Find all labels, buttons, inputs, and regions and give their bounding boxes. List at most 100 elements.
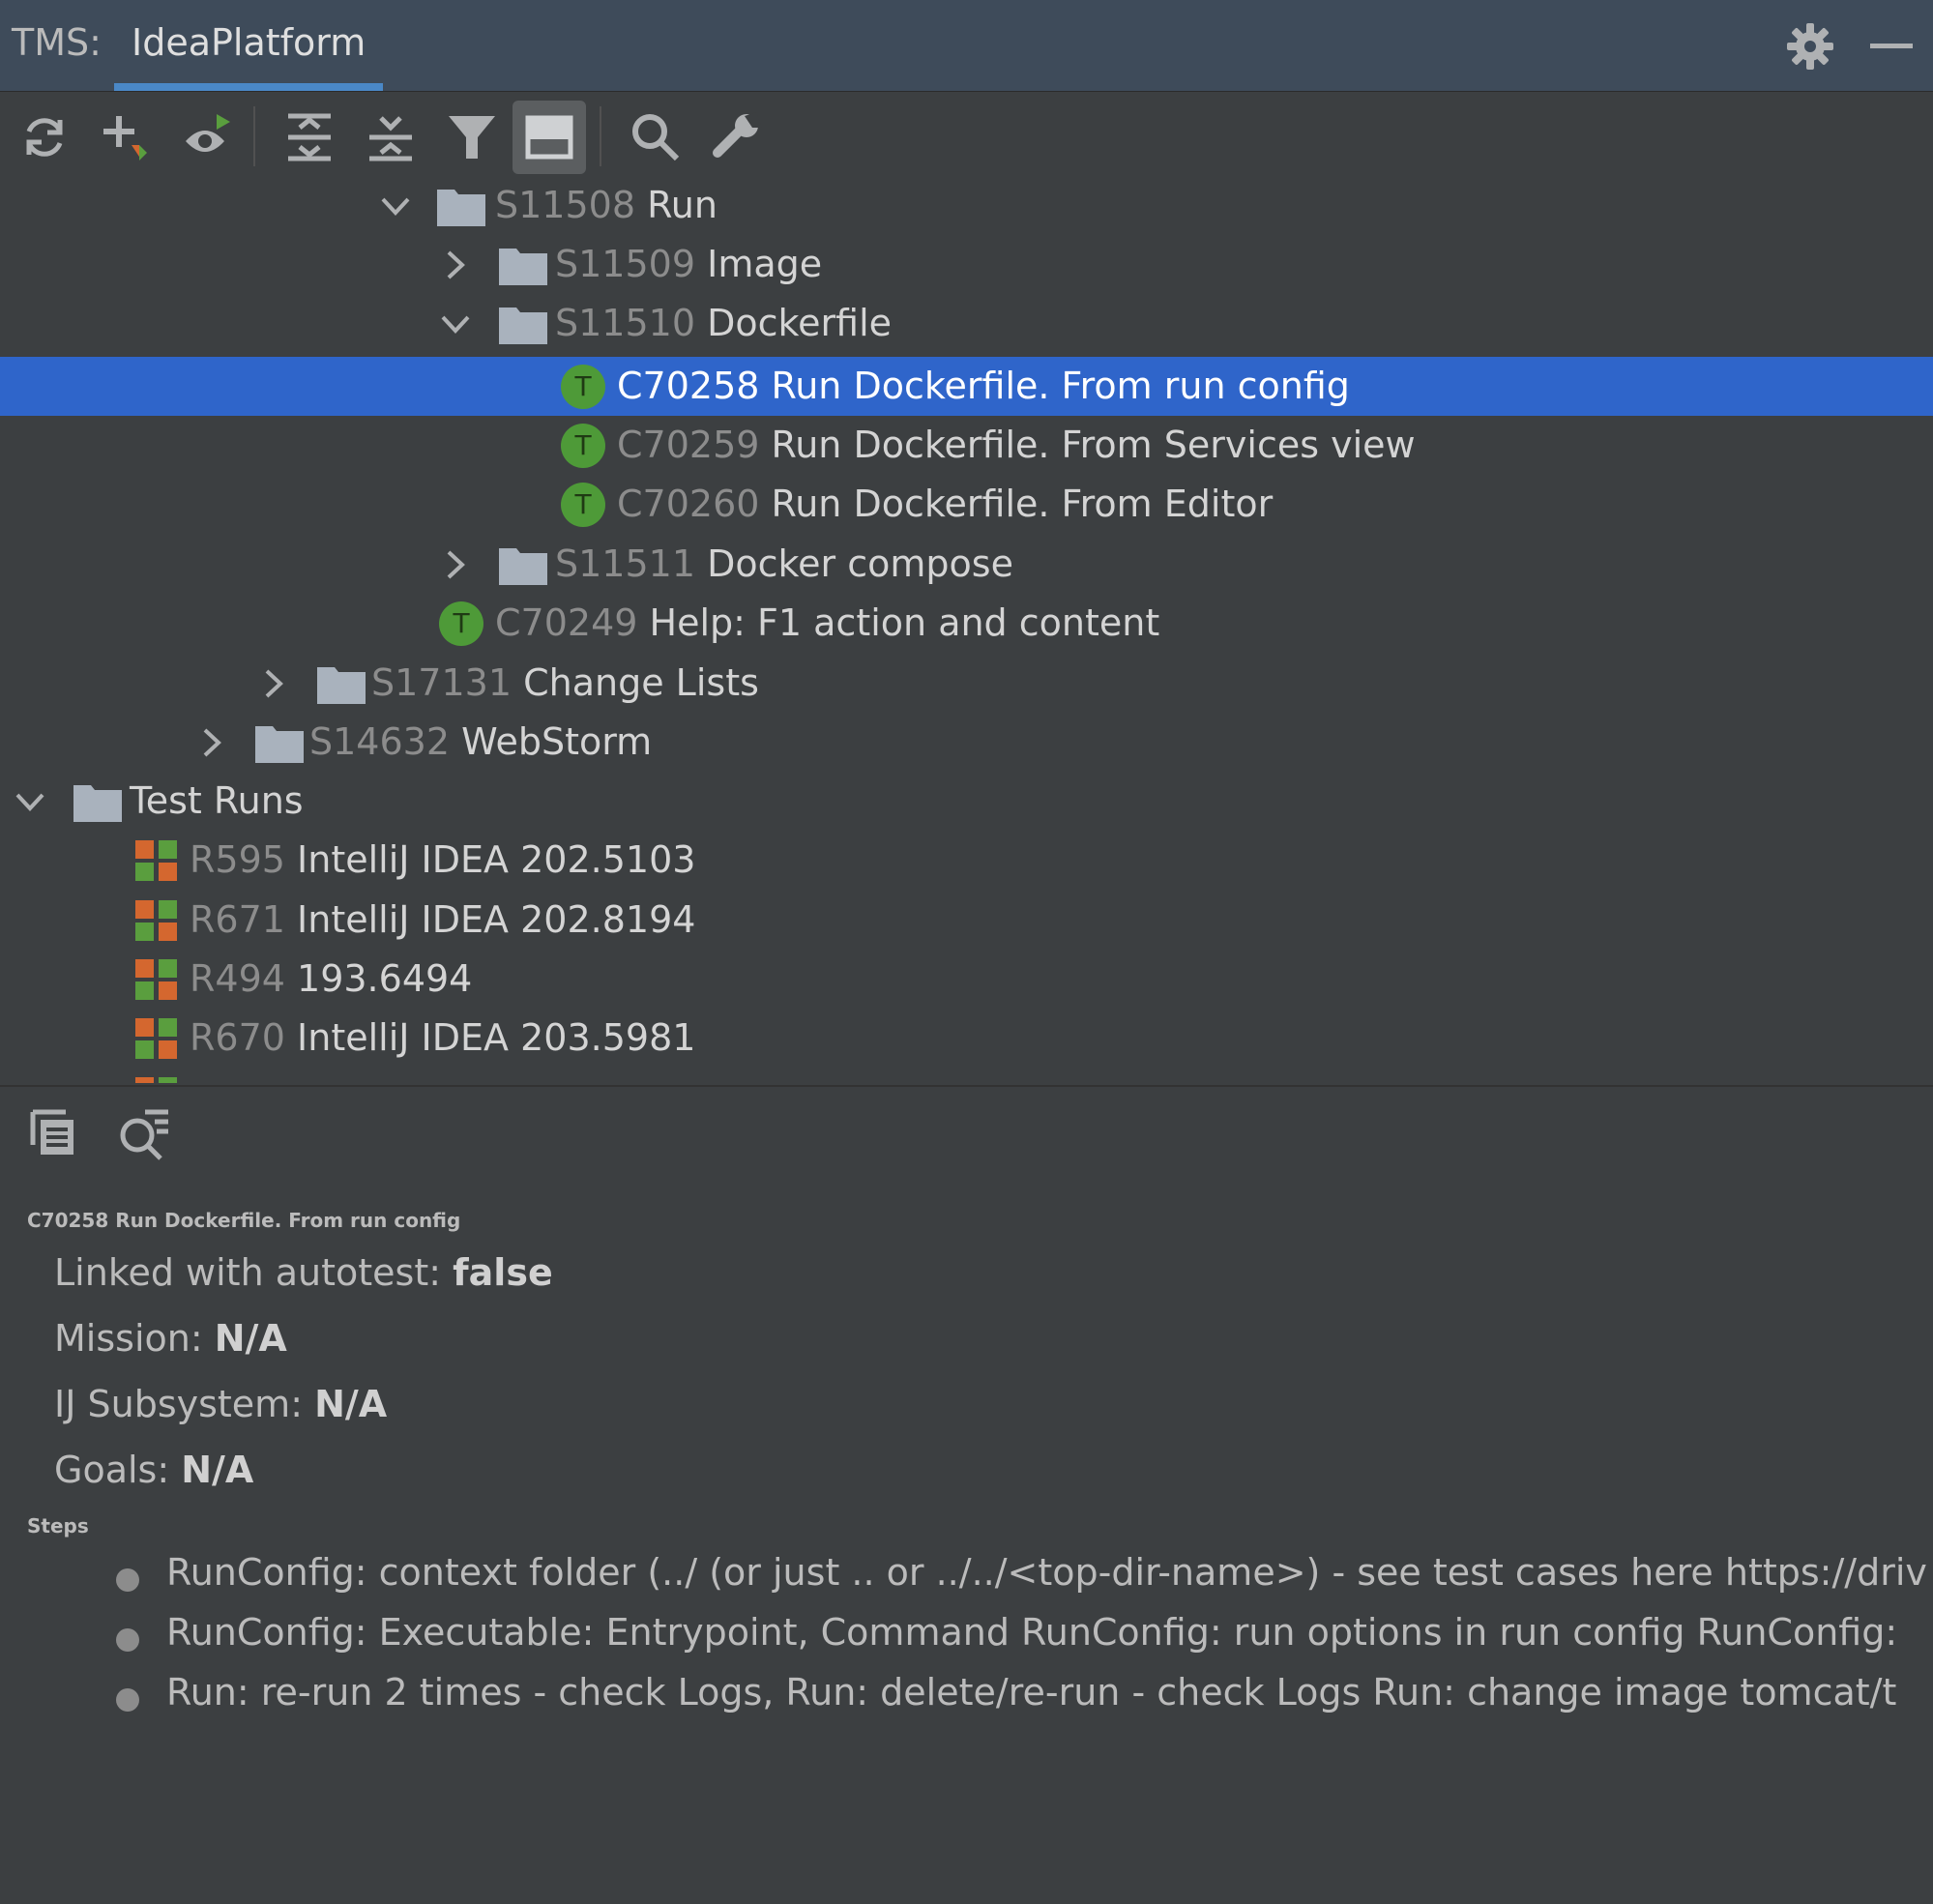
tree-row[interactable]: S11511 Docker compose [0,535,1933,594]
tree-row[interactable]: R595 IntelliJ IDEA 202.5103 [0,831,1933,890]
test-run-icon [135,959,177,1000]
chevron-right-icon[interactable] [437,247,474,283]
node-name: Run Dockerfile. From Editor [771,483,1274,525]
node-name: Image [707,243,823,285]
expand-all-icon[interactable] [273,101,346,174]
tree-row[interactable]: S11509 Image [0,235,1933,294]
node-name: Run [647,184,718,226]
toolbar [0,93,1933,180]
node-name: Run Dockerfile. From Services view [771,424,1416,466]
chevron-right-icon[interactable] [193,724,230,761]
bullet-icon [116,1568,139,1592]
tree-row[interactable]: T C70260 Run Dockerfile. From Editor [0,475,1933,534]
node-name: Docker compose [707,542,1013,585]
chevron-right-icon[interactable] [255,665,292,702]
tree-row[interactable]: T C70249 Help: F1 action and content [0,594,1933,653]
prop-value: false [453,1251,553,1294]
toolbar-separator [600,106,601,166]
node-name: IntelliJ IDEA 202.5103 [297,838,696,881]
tree-row-selected[interactable]: T C70258 Run Dockerfile. From run config [0,357,1933,416]
panel-splitter[interactable] [0,1085,1933,1087]
tool-window-title: TMS: [12,21,102,64]
tree-row[interactable]: T C70259 Run Dockerfile. From Services v… [0,416,1933,475]
node-id: S14632 [309,720,451,763]
tree-row-partial[interactable] [0,1068,1933,1083]
tab-label: IdeaPlatform [132,21,366,64]
prop-mission: Mission: N/A [54,1317,287,1360]
node-name: Dockerfile [707,302,893,344]
tab-active-indicator [114,83,384,91]
tree-row[interactable]: S17131 Change Lists [0,654,1933,713]
bullet-icon [116,1688,139,1712]
folder-icon [437,190,485,226]
folder-icon [317,667,366,704]
find-in-text-icon[interactable] [112,1102,174,1164]
folder-icon [499,308,547,344]
tree-row[interactable]: R671 IntelliJ IDEA 202.8194 [0,891,1933,950]
node-name: IntelliJ IDEA 202.8194 [297,898,696,941]
chevron-right-icon[interactable] [437,546,474,583]
step-item: Run: re-run 2 times - check Logs, Run: d… [116,1671,1933,1731]
tab-ideaplatform[interactable]: IdeaPlatform [114,0,384,91]
step-item: RunConfig: Executable: Entrypoint, Comma… [116,1611,1933,1671]
prop-label: IJ Subsystem: [54,1383,315,1425]
tree-row[interactable]: Test Runs [0,772,1933,831]
folder-icon [73,785,122,822]
node-name: WebStorm [461,720,653,763]
node-id: S11509 [555,243,696,285]
prop-value: N/A [314,1383,388,1425]
tree-row[interactable]: S14632 WebStorm [0,713,1933,772]
node-id: R494 [190,957,285,1000]
prop-goals: Goals: N/A [54,1449,253,1491]
step-item: RunConfig: context folder (../ (or just … [116,1551,1933,1611]
toolbar-separator [253,106,255,166]
folder-icon [255,726,304,763]
collapse-all-icon[interactable] [354,101,427,174]
preview-icon[interactable] [170,101,244,174]
test-run-icon [135,1077,177,1083]
node-name: IntelliJ IDEA 203.5981 [297,1016,696,1059]
test-case-icon: T [561,424,605,468]
folder-icon [499,548,547,585]
test-case-icon: T [561,365,605,409]
chevron-down-icon[interactable] [377,188,414,224]
minimize-icon[interactable] [1866,21,1917,72]
step-text: RunConfig: context folder (../ (or just … [166,1551,1927,1594]
tree-row[interactable]: S11510 Dockerfile [0,294,1933,353]
node-id: R670 [190,1016,285,1059]
node-id: C70259 [617,424,760,466]
tree-row[interactable]: S11508 Run [0,180,1933,235]
step-text: RunConfig: Executable: Entrypoint, Comma… [166,1611,1898,1654]
details-title: C70258 Run Dockerfile. From run config [27,1209,461,1232]
filter-icon[interactable] [435,101,509,174]
node-id: S11510 [555,302,696,344]
prop-ij-subsystem: IJ Subsystem: N/A [54,1383,387,1425]
test-case-icon: T [439,601,483,646]
prop-label: Mission: [54,1317,215,1360]
prop-value: N/A [181,1449,254,1491]
search-icon[interactable] [619,101,692,174]
folder-icon [499,249,547,285]
copy-icon[interactable] [23,1102,85,1164]
add-icon[interactable] [89,101,162,174]
node-id: C70260 [617,483,760,525]
refresh-icon[interactable] [8,101,81,174]
node-name: Help: F1 action and content [649,601,1160,644]
test-run-icon [135,1018,177,1059]
node-id: S11511 [555,542,696,585]
chevron-down-icon[interactable] [12,783,48,820]
prop-linked-with-autotest: Linked with autotest: false [54,1251,553,1294]
details-panel-toggle-icon[interactable] [513,101,586,174]
node-id: C70258 [617,365,760,407]
node-name: Change Lists [523,661,759,704]
test-tree[interactable]: S11508 Run S11509 Image S11510 Dockerfil… [0,180,1933,1083]
prop-value: N/A [214,1317,287,1360]
test-run-icon [135,900,177,941]
step-text: Run: re-run 2 times - check Logs, Run: d… [166,1671,1897,1714]
tree-row[interactable]: R670 IntelliJ IDEA 203.5981 [0,1009,1933,1068]
wrench-icon[interactable] [700,101,774,174]
node-name: Test Runs [130,779,304,822]
tree-row[interactable]: R494 193.6494 [0,950,1933,1009]
gear-icon[interactable] [1785,21,1835,72]
chevron-down-icon[interactable] [437,306,474,342]
